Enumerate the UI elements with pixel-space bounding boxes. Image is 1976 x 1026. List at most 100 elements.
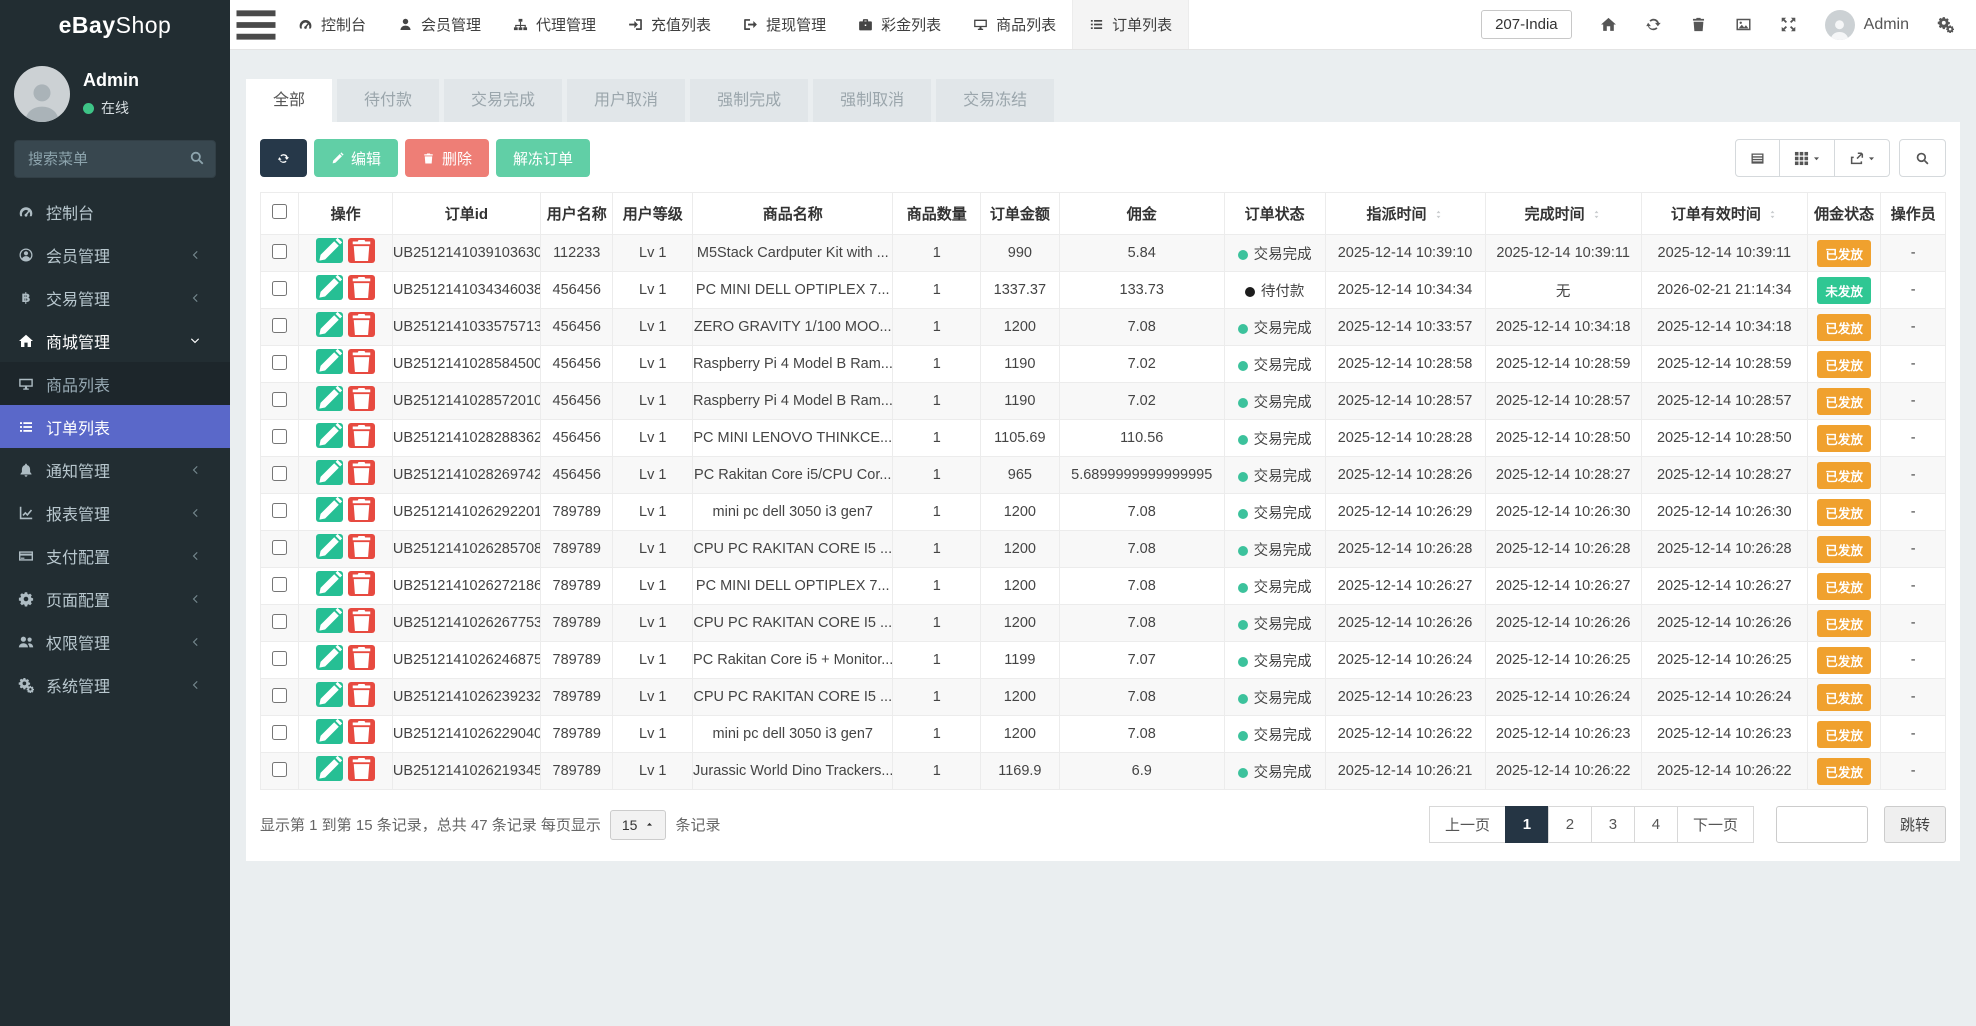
settings-icon[interactable] <box>1937 16 1954 33</box>
topnav-item-6[interactable]: 商品列表 <box>957 0 1072 49</box>
screenshot-icon[interactable] <box>1735 16 1752 33</box>
sidebar-item-11[interactable]: 系统管理 <box>0 663 230 706</box>
search-icon[interactable] <box>189 150 205 166</box>
sidebar-item-8[interactable]: 支付配置 <box>0 534 230 577</box>
page-button-4[interactable]: 4 <box>1634 806 1678 843</box>
row-edit-button[interactable] <box>316 571 343 596</box>
row-checkbox[interactable] <box>272 355 287 370</box>
sidebar-item-2[interactable]: ฿交易管理 <box>0 276 230 319</box>
page-button-上一页[interactable]: 上一页 <box>1429 806 1506 843</box>
row-delete-button[interactable] <box>348 608 375 633</box>
topnav-item-1[interactable]: 会员管理 <box>382 0 497 49</box>
row-edit-button[interactable] <box>316 386 343 411</box>
row-edit-button[interactable] <box>316 460 343 485</box>
row-edit-button[interactable] <box>316 534 343 559</box>
row-checkbox[interactable] <box>272 503 287 518</box>
sidebar-item-5[interactable]: 订单列表 <box>0 405 230 448</box>
sort-icon[interactable] <box>1767 209 1778 220</box>
row-edit-button[interactable] <box>316 275 343 300</box>
row-delete-button[interactable] <box>348 386 375 411</box>
row-checkbox[interactable] <box>272 429 287 444</box>
sidebar-item-10[interactable]: 权限管理 <box>0 620 230 663</box>
row-checkbox[interactable] <box>272 614 287 629</box>
menu-search-input[interactable] <box>14 140 216 178</box>
refresh-button[interactable] <box>260 139 307 177</box>
row-checkbox[interactable] <box>272 762 287 777</box>
select-all-checkbox[interactable] <box>272 204 287 219</box>
expand-icon[interactable] <box>1780 16 1797 33</box>
row-checkbox[interactable] <box>272 318 287 333</box>
sidebar-item-4[interactable]: 商品列表 <box>0 362 230 405</box>
row-delete-button[interactable] <box>348 423 375 448</box>
page-size-select[interactable]: 15 <box>610 810 667 840</box>
row-delete-button[interactable] <box>348 682 375 707</box>
row-delete-button[interactable] <box>348 719 375 744</box>
topnav-item-2[interactable]: 代理管理 <box>497 0 612 49</box>
page-button-3[interactable]: 3 <box>1591 806 1635 843</box>
row-edit-button[interactable] <box>316 608 343 633</box>
row-checkbox[interactable] <box>272 281 287 296</box>
row-edit-button[interactable] <box>316 423 343 448</box>
tab-6[interactable]: 交易冻结 <box>936 79 1054 122</box>
page-button-1[interactable]: 1 <box>1505 806 1549 843</box>
row-checkbox[interactable] <box>272 244 287 259</box>
row-edit-button[interactable] <box>316 645 343 670</box>
row-edit-button[interactable] <box>316 756 343 781</box>
sidebar-item-6[interactable]: 通知管理 <box>0 448 230 491</box>
home-icon[interactable] <box>1600 16 1617 33</box>
tab-4[interactable]: 强制完成 <box>690 79 808 122</box>
sidebar-item-0[interactable]: 控制台 <box>0 190 230 233</box>
row-checkbox[interactable] <box>272 466 287 481</box>
sidebar-item-1[interactable]: 会员管理 <box>0 233 230 276</box>
row-delete-button[interactable] <box>348 645 375 670</box>
row-checkbox[interactable] <box>272 392 287 407</box>
tab-0[interactable]: 全部 <box>246 79 332 122</box>
page-button-下一页[interactable]: 下一页 <box>1677 806 1754 843</box>
sidebar-toggle-button[interactable] <box>230 0 282 49</box>
topnav-item-7[interactable]: 订单列表 <box>1072 0 1189 49</box>
sort-icon[interactable] <box>1591 209 1602 220</box>
detail-view-button[interactable] <box>1735 139 1780 177</box>
row-delete-button[interactable] <box>348 275 375 300</box>
row-delete-button[interactable] <box>348 460 375 485</box>
row-delete-button[interactable] <box>348 238 375 263</box>
table-search-button[interactable] <box>1899 139 1946 177</box>
topnav-item-0[interactable]: 控制台 <box>282 0 382 49</box>
row-edit-button[interactable] <box>316 682 343 707</box>
row-checkbox[interactable] <box>272 540 287 555</box>
topnav-item-3[interactable]: 充值列表 <box>612 0 727 49</box>
refresh-icon[interactable] <box>1645 16 1662 33</box>
page-jump-button[interactable]: 跳转 <box>1884 806 1946 843</box>
row-delete-button[interactable] <box>348 534 375 559</box>
row-delete-button[interactable] <box>348 756 375 781</box>
trash-icon[interactable] <box>1690 16 1707 33</box>
row-delete-button[interactable] <box>348 497 375 522</box>
row-edit-button[interactable] <box>316 497 343 522</box>
tab-3[interactable]: 用户取消 <box>567 79 685 122</box>
unfreeze-order-button[interactable]: 解冻订单 <box>496 139 590 177</box>
row-delete-button[interactable] <box>348 349 375 374</box>
page-button-2[interactable]: 2 <box>1548 806 1592 843</box>
sidebar-item-7[interactable]: 报表管理 <box>0 491 230 534</box>
row-checkbox[interactable] <box>272 725 287 740</box>
sidebar-item-3[interactable]: 商城管理 <box>0 319 230 362</box>
row-delete-button[interactable] <box>348 312 375 337</box>
admin-menu[interactable]: Admin <box>1825 10 1909 40</box>
sidebar-item-9[interactable]: 页面配置 <box>0 577 230 620</box>
page-jump-input[interactable] <box>1776 806 1868 843</box>
row-edit-button[interactable] <box>316 312 343 337</box>
row-edit-button[interactable] <box>316 238 343 263</box>
row-checkbox[interactable] <box>272 651 287 666</box>
delete-button[interactable]: 删除 <box>405 139 489 177</box>
row-checkbox[interactable] <box>272 688 287 703</box>
topnav-item-5[interactable]: 彩金列表 <box>842 0 957 49</box>
tab-2[interactable]: 交易完成 <box>444 79 562 122</box>
row-delete-button[interactable] <box>348 571 375 596</box>
edit-button[interactable]: 编辑 <box>314 139 398 177</box>
tab-1[interactable]: 待付款 <box>337 79 439 122</box>
columns-button[interactable] <box>1779 139 1835 177</box>
sort-icon[interactable] <box>1433 209 1444 220</box>
row-checkbox[interactable] <box>272 577 287 592</box>
region-selector[interactable]: 207-India <box>1481 10 1572 39</box>
topnav-item-4[interactable]: 提现管理 <box>727 0 842 49</box>
